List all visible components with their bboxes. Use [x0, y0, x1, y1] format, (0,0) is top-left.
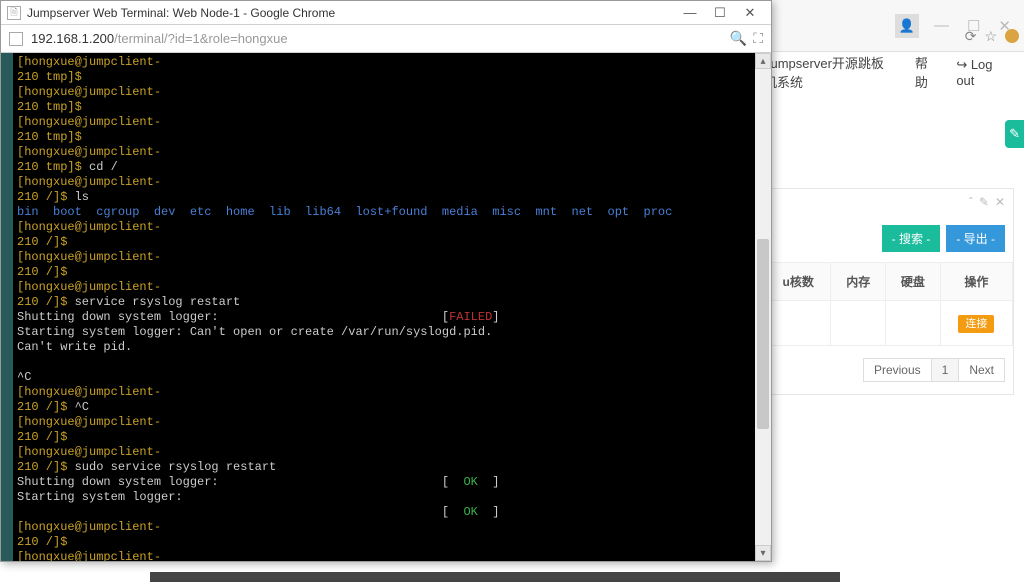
th-disk: 硬盘	[886, 263, 941, 301]
minimize-button[interactable]: —	[675, 5, 705, 20]
page-favicon-icon: 🗎	[7, 6, 21, 20]
page-prev[interactable]: Previous	[863, 358, 932, 382]
nav-help[interactable]: 帮助	[915, 53, 936, 91]
taskbar-shadow	[150, 572, 840, 582]
window-title: Jumpserver Web Terminal: Web Node-1 - Go…	[27, 6, 675, 20]
side-float-button[interactable]: ✎	[1005, 120, 1024, 148]
export-button[interactable]: - 导出 -	[946, 225, 1005, 252]
connect-button[interactable]: 连接	[958, 315, 994, 333]
bg-panel: ˆ ✎ ✕ - 搜索 - - 导出 - u核数 内存 硬盘 操作 连接 Prev…	[764, 188, 1014, 395]
extension-icon[interactable]	[1005, 29, 1019, 43]
close-button[interactable]: ✕	[735, 5, 765, 21]
scroll-thumb[interactable]	[757, 239, 769, 429]
nav-jumpserver[interactable]: Jumpserver开源跳板机系统	[764, 53, 895, 91]
terminal[interactable]: [hongxue@jumpclient-210 tmp]$ [hongxue@j…	[13, 53, 755, 561]
addr-favicon-icon	[9, 32, 23, 46]
th-mem: 内存	[831, 263, 886, 301]
pagination: Previous 1 Next	[765, 346, 1013, 394]
bg-url-icons: ⟳ ☆	[769, 23, 1019, 49]
panel-tools: ˆ ✎ ✕	[765, 189, 1013, 215]
maximize-button[interactable]: ☐	[705, 5, 735, 21]
panel-close-icon[interactable]: ✕	[995, 195, 1005, 209]
terminal-scrollbar[interactable]: ▴ ▾	[755, 53, 771, 561]
refresh-icon[interactable]: ⟳	[965, 28, 977, 45]
th-cpu: u核数	[766, 263, 831, 301]
address-bar[interactable]: 192.168.1.200/terminal/?id=1&role=hongxu…	[1, 25, 771, 53]
scroll-track[interactable]	[755, 69, 771, 545]
popup-titlebar[interactable]: 🗎 Jumpserver Web Terminal: Web Node-1 - …	[1, 1, 771, 25]
table-row: 连接	[766, 301, 1013, 346]
url-text: 192.168.1.200/terminal/?id=1&role=hongxu…	[31, 31, 724, 46]
zoom-icon[interactable]: 🔍	[730, 30, 747, 47]
translate-icon[interactable]: ⛶	[753, 30, 763, 47]
star-icon[interactable]: ☆	[984, 28, 997, 45]
panel-settings-icon[interactable]: ✎	[979, 195, 989, 209]
nav-logout[interactable]: ↪ Log out	[956, 57, 1004, 88]
asset-table: u核数 内存 硬盘 操作 连接	[765, 262, 1013, 346]
terminal-sidebar	[1, 53, 13, 561]
page-next[interactable]: Next	[958, 358, 1005, 382]
search-button[interactable]: - 搜索 -	[882, 225, 941, 252]
bg-header-nav: Jumpserver开源跳板机系统 帮助 ↪ Log out	[764, 55, 1024, 89]
scroll-down-icon[interactable]: ▾	[755, 545, 771, 561]
th-op: 操作	[940, 263, 1012, 301]
table-header-row: u核数 内存 硬盘 操作	[766, 263, 1013, 301]
terminal-popup-window: 🗎 Jumpserver Web Terminal: Web Node-1 - …	[0, 0, 772, 562]
page-1[interactable]: 1	[931, 358, 960, 382]
panel-collapse-icon[interactable]: ˆ	[969, 195, 973, 209]
scroll-up-icon[interactable]: ▴	[755, 53, 771, 69]
